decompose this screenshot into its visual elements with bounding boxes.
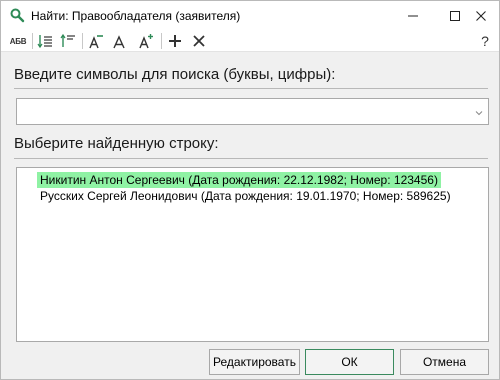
- find-dialog: Найти: Правообладателя (заявителя) АБВ ?…: [0, 0, 500, 380]
- results-list[interactable]: Никитин Антон Сергеевич (Дата рождения: …: [16, 167, 489, 342]
- results-label: Выберите найденную строку:: [14, 135, 219, 152]
- font-reset-icon: [113, 35, 125, 49]
- sort-list-button[interactable]: [35, 31, 55, 51]
- keyboard-layout-button[interactable]: АБВ: [7, 31, 29, 51]
- font-increase-icon: [139, 34, 153, 49]
- list-item[interactable]: Русских Сергей Леонидович (Дата рождения…: [37, 188, 454, 204]
- keyboard-layout-label: АБВ: [9, 36, 27, 46]
- maximize-icon: [450, 10, 460, 21]
- font-decrease-button[interactable]: [86, 31, 106, 51]
- search-combobox[interactable]: [16, 98, 489, 125]
- chevron-down-icon[interactable]: [474, 107, 484, 117]
- toolbar-separator: [82, 33, 83, 49]
- edit-button[interactable]: Редактировать: [209, 349, 300, 375]
- section-divider: [14, 88, 488, 89]
- plus-icon: [169, 35, 181, 47]
- close-icon: [476, 10, 486, 21]
- help-icon: ?: [481, 33, 489, 49]
- add-button[interactable]: [165, 31, 185, 51]
- search-label: Введите символы для поиска (буквы, цифры…: [14, 66, 336, 83]
- remove-button[interactable]: [189, 31, 209, 51]
- window-title: Найти: Правообладателя (заявителя): [31, 9, 241, 23]
- ok-button[interactable]: ОК: [305, 349, 394, 375]
- minimize-button[interactable]: [393, 1, 433, 30]
- list-item[interactable]: Никитин Антон Сергеевич (Дата рождения: …: [37, 172, 441, 188]
- toolbar-separator: [161, 33, 162, 49]
- sort-up-icon: [60, 33, 75, 47]
- title-bar: Найти: Правообладателя (заявителя): [1, 1, 499, 30]
- minimize-icon: [408, 15, 418, 16]
- font-decrease-icon: [89, 35, 103, 49]
- font-reset-button[interactable]: [109, 31, 129, 51]
- close-button[interactable]: [461, 1, 500, 30]
- help-button[interactable]: ?: [475, 31, 495, 51]
- toolbar: АБВ ?: [1, 30, 499, 52]
- close-icon: [193, 35, 205, 47]
- section-divider: [14, 158, 488, 159]
- sort-up-button[interactable]: [58, 31, 78, 51]
- sort-list-icon: [37, 35, 52, 49]
- toolbar-separator: [32, 33, 33, 49]
- search-icon: [9, 7, 25, 23]
- search-input[interactable]: [17, 99, 467, 124]
- font-increase-button[interactable]: [136, 31, 156, 51]
- cancel-button[interactable]: Отмена: [400, 349, 489, 375]
